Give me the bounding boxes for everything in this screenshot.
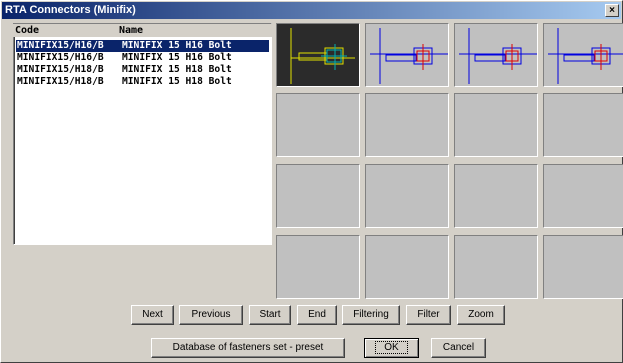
start-button[interactable]: Start: [249, 305, 291, 325]
row-code: MINIFIX15/H18/B: [17, 76, 104, 87]
list-row[interactable]: MINIFIX15/H18/B MINIFIX 15 H18 Bolt: [16, 64, 269, 76]
preview-tile-12[interactable]: [543, 164, 623, 228]
ok-button[interactable]: OK: [364, 338, 419, 358]
preview-tile-4[interactable]: [543, 23, 623, 87]
list-header: Code Name: [13, 24, 272, 37]
previous-button[interactable]: Previous: [179, 305, 243, 325]
close-button[interactable]: ×: [605, 4, 619, 17]
column-header-name[interactable]: Name: [119, 24, 143, 37]
connector-preview-blue: [370, 28, 448, 84]
connector-preview-yellow: [290, 28, 355, 84]
preview-tile-13[interactable]: [276, 235, 360, 299]
row-code: MINIFIX15/H18/B: [17, 64, 104, 75]
preview-tile-1[interactable]: [276, 23, 360, 87]
window-title: RTA Connectors (Minifix): [5, 4, 136, 16]
preview-tile-5[interactable]: [276, 93, 360, 157]
row-name: MINIFIX 15 H18 Bolt: [122, 76, 232, 87]
row-name: MINIFIX 15 H16 Bolt: [122, 40, 232, 51]
list-row[interactable]: MINIFIX15/H16/B MINIFIX 15 H16 Bolt: [16, 52, 269, 64]
preview-tile-8[interactable]: [543, 93, 623, 157]
row-name: MINIFIX 15 H18 Bolt: [122, 64, 232, 75]
list-row[interactable]: MINIFIX15/H16/B MINIFIX 15 H16 Bolt: [16, 40, 269, 52]
connector-preview-blue: [459, 28, 537, 84]
end-button[interactable]: End: [297, 305, 337, 325]
cancel-button[interactable]: Cancel: [431, 338, 486, 358]
connector-list[interactable]: MINIFIX15/H16/B MINIFIX 15 H16 Bolt MINIFI…: [13, 23, 272, 245]
filter-button[interactable]: Filter: [406, 305, 451, 325]
rta-connectors-dialog: RTA Connectors (Minifix) × MINIFIX15/H16…: [0, 0, 623, 363]
ok-label: OK: [375, 341, 408, 354]
preview-tile-14[interactable]: [365, 235, 449, 299]
preview-tile-10[interactable]: [365, 164, 449, 228]
connector-preview-blue: [548, 28, 623, 84]
row-name: MINIFIX 15 H16 Bolt: [122, 52, 232, 63]
preview-tile-9[interactable]: [276, 164, 360, 228]
title-bar: RTA Connectors (Minifix) ×: [2, 2, 621, 19]
row-code: MINIFIX15/H16/B: [17, 40, 104, 51]
preview-tile-15[interactable]: [454, 235, 538, 299]
preview-tile-6[interactable]: [365, 93, 449, 157]
column-header-code[interactable]: Code: [15, 24, 39, 37]
next-button[interactable]: Next: [131, 305, 174, 325]
database-preset-button[interactable]: Database of fasteners set - preset: [151, 338, 345, 358]
list-rows: MINIFIX15/H16/B MINIFIX 15 H16 Bolt MINIFI…: [16, 40, 269, 88]
filtering-button[interactable]: Filtering: [342, 305, 400, 325]
preview-tile-16[interactable]: [543, 235, 623, 299]
preview-tile-11[interactable]: [454, 164, 538, 228]
zoom-button[interactable]: Zoom: [457, 305, 505, 325]
list-row[interactable]: MINIFIX15/H18/B MINIFIX 15 H18 Bolt: [16, 76, 269, 88]
preview-tile-3[interactable]: [454, 23, 538, 87]
row-code: MINIFIX15/H16/B: [17, 52, 104, 63]
preview-tile-2[interactable]: [365, 23, 449, 87]
preview-tile-7[interactable]: [454, 93, 538, 157]
